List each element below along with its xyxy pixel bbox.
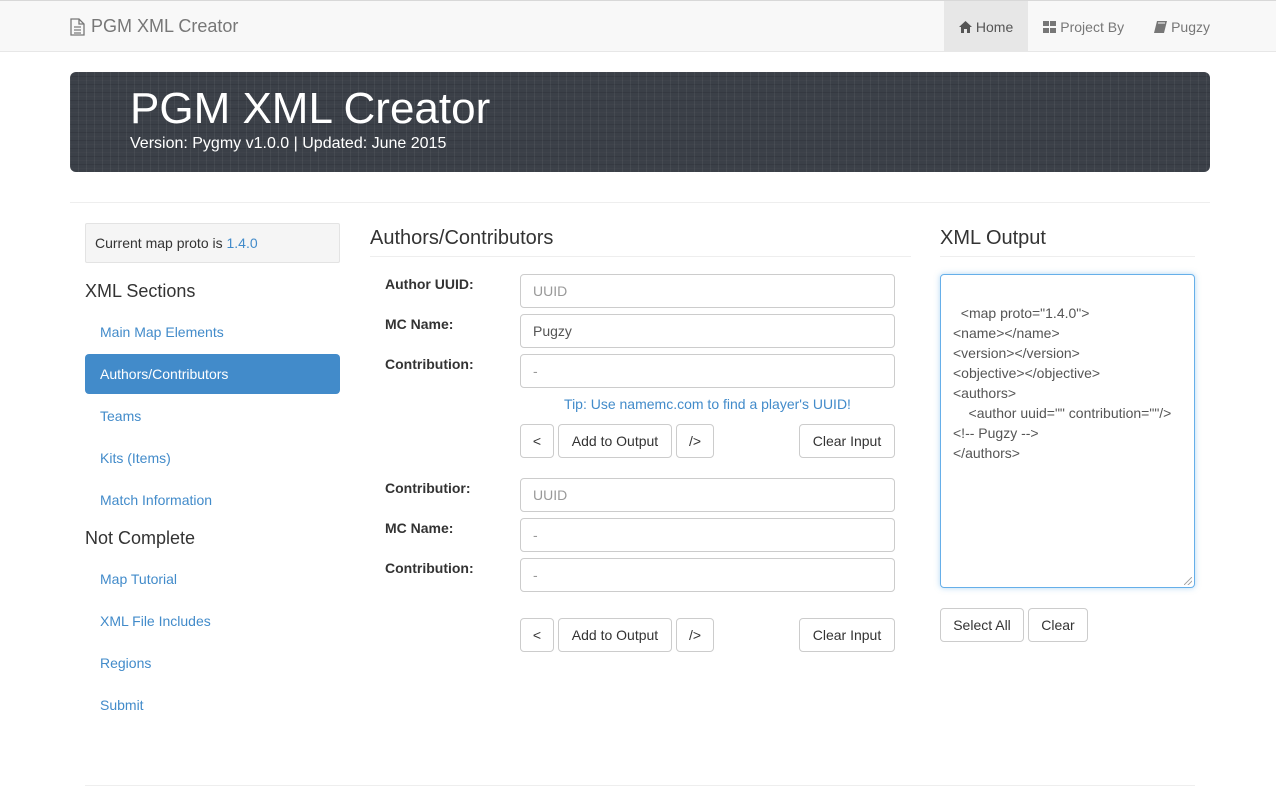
contributor-clear-input-button[interactable]: Clear Input — [799, 618, 895, 652]
file-icon — [70, 17, 85, 36]
navbar-brand[interactable]: PGM XML Creator — [70, 1, 238, 52]
xml-output-textarea[interactable]: <map proto="1.4.0"> <name></name> <versi… — [940, 274, 1195, 588]
sidebar-item-label: Map Tutorial — [100, 571, 178, 587]
open-tag-button[interactable]: < — [520, 424, 554, 458]
sidebar-item-regions[interactable]: Regions — [85, 643, 340, 683]
sidebar-item-xml-file-includes[interactable]: XML File Includes — [85, 601, 340, 641]
author-mc-name-input[interactable] — [520, 314, 895, 348]
sidebar-item-match-information[interactable]: Match Information — [85, 480, 340, 520]
grid-icon — [1043, 20, 1057, 33]
contributor-close-tag-button[interactable]: /> — [676, 618, 714, 652]
select-all-button[interactable]: Select All — [940, 608, 1024, 642]
author-uuid-label: Author UUID: — [385, 276, 474, 292]
sidebar-item-label: Authors/Contributors — [100, 366, 229, 382]
contributor-contribution-input[interactable] — [520, 558, 895, 592]
header-banner: PGM XML Creator Version: Pygmy v1.0.0 | … — [70, 72, 1210, 172]
sidebar-item-label: Regions — [100, 655, 152, 671]
nav-pugzy-label: Pugzy — [1171, 18, 1210, 35]
sidebar-item-label: XML File Includes — [100, 613, 211, 629]
home-icon — [958, 20, 972, 33]
nav-home-label: Home — [975, 18, 1014, 35]
uuid-tip[interactable]: Tip: Use namemc.com to find a player's U… — [520, 396, 895, 412]
sidebar-item-submit[interactable]: Submit — [85, 685, 340, 725]
clear-input-button[interactable]: Clear Input — [799, 424, 895, 458]
authors-section-title: Authors/Contributors — [370, 227, 911, 257]
sidebar-item-label: Submit — [100, 697, 144, 713]
footer-divider — [85, 785, 1195, 786]
page-title: PGM XML Creator — [130, 84, 491, 133]
version-text: Version: Pygmy v1.0.0 | Updated: June 20… — [130, 135, 447, 152]
proto-prefix: Current map proto is — [95, 235, 227, 251]
sidebar-item-authors-contributors[interactable]: Authors/Contributors — [85, 354, 340, 394]
contributor-mc-name-label: MC Name: — [385, 520, 454, 536]
nav-pugzy[interactable]: Pugzy — [1139, 1, 1225, 52]
nav-project-by[interactable]: Project By — [1028, 1, 1139, 52]
not-complete-heading: Not Complete — [85, 528, 196, 548]
author-contribution-input[interactable] — [520, 354, 895, 388]
sidebar-item-teams[interactable]: Teams — [85, 396, 340, 436]
close-tag-button[interactable]: /> — [676, 424, 714, 458]
sidebar-item-map-tutorial[interactable]: Map Tutorial — [85, 559, 340, 599]
xml-output-text: <map proto="1.4.0"> <name></name> <versi… — [953, 305, 1172, 461]
contributor-uuid-label: Contributior: — [385, 480, 471, 496]
clear-output-button[interactable]: Clear — [1028, 608, 1088, 642]
book-icon — [1154, 20, 1168, 33]
navbar-brand-label: PGM XML Creator — [91, 16, 239, 36]
contributor-contribution-label: Contribution: — [385, 560, 474, 576]
author-mc-name-label: MC Name: — [385, 316, 454, 332]
navbar-menu: Home Project By Pugzy — [943, 1, 1225, 52]
sidebar-item-kits[interactable]: Kits (Items) — [85, 438, 340, 478]
sidebar-item-label: Match Information — [100, 492, 213, 508]
sidebar-item-main-map-elements[interactable]: Main Map Elements — [85, 312, 340, 352]
contributor-add-to-output-button[interactable]: Add to Output — [558, 618, 672, 652]
author-uuid-input[interactable] — [520, 274, 895, 308]
proto-version-link[interactable]: 1.4.0 — [227, 235, 258, 251]
xml-output-title: XML Output — [940, 227, 1195, 257]
proto-info-well: Current map proto is 1.4.0 — [85, 223, 340, 263]
top-navbar: PGM XML Creator Home Project By Pugzy — [0, 0, 1276, 52]
sidebar-item-label: Main Map Elements — [100, 324, 224, 340]
author-contribution-label: Contribution: — [385, 356, 474, 372]
contributor-open-tag-button[interactable]: < — [520, 618, 554, 652]
nav-home[interactable]: Home — [943, 1, 1029, 52]
add-to-output-button[interactable]: Add to Output — [558, 424, 672, 458]
divider — [70, 202, 1210, 203]
sidebar-item-label: Kits (Items) — [100, 450, 171, 466]
sidebar-item-label: Teams — [100, 408, 142, 424]
nav-project-by-label: Project By — [1060, 18, 1125, 35]
contributor-mc-name-input[interactable] — [520, 518, 895, 552]
xml-sections-heading: XML Sections — [85, 281, 196, 301]
contributor-uuid-input[interactable] — [520, 478, 895, 512]
resize-handle-icon[interactable] — [1184, 577, 1192, 585]
